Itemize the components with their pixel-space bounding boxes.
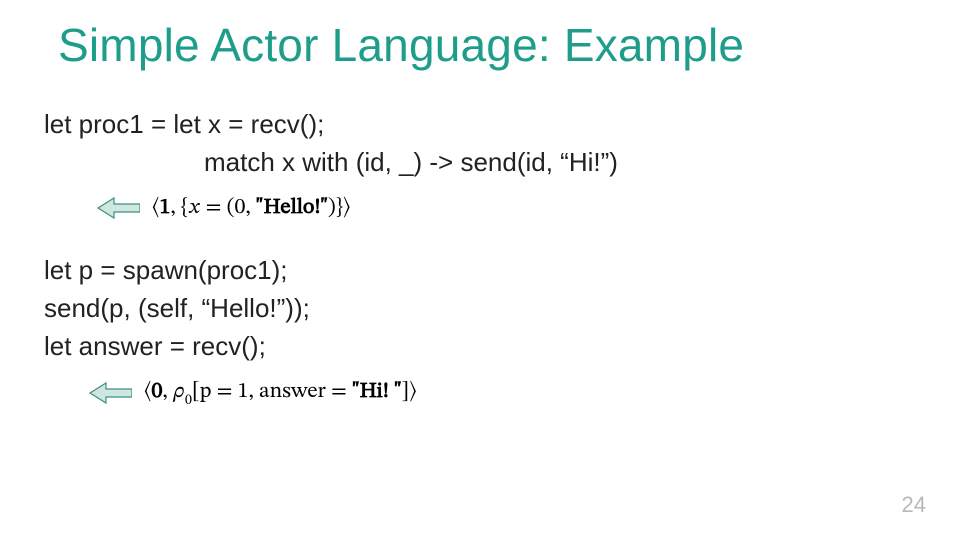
- math-text: ,: [162, 381, 173, 403]
- math-delim: ]⟩: [402, 381, 417, 403]
- code-line: let answer = recv();: [44, 328, 920, 366]
- annotation-row-2: ⟨0, 𝜌0[p = 1, answer = "Hi! "]⟩: [44, 376, 920, 410]
- slide-title: Simple Actor Language: Example: [58, 18, 920, 72]
- math-bold: "Hi! ": [352, 381, 401, 403]
- code-line: match x with (id, _) -> send(id, “Hi!”): [44, 144, 920, 182]
- code-line: let p = spawn(proc1);: [44, 252, 920, 290]
- slide-body: let proc1 = let x = recv(); match x with…: [40, 106, 920, 410]
- annotation-row-1: ⟨1, {𝑥 = (0, "Hello!")}⟩: [44, 192, 920, 224]
- slide: Simple Actor Language: Example let proc1…: [0, 0, 960, 540]
- math-text: , {: [170, 197, 188, 219]
- code-line: send(p, (self, “Hello!”));: [44, 290, 920, 328]
- page-number: 24: [902, 492, 926, 518]
- math-bold: 1: [159, 197, 170, 219]
- left-arrow-icon: [96, 196, 140, 220]
- math-text: [p = 1, answer =: [192, 381, 352, 403]
- left-arrow-icon: [88, 381, 132, 405]
- math-subscript: 0: [185, 394, 192, 408]
- math-var: 𝜌: [173, 381, 185, 403]
- code-block-1: let proc1 = let x = recv(); match x with…: [44, 106, 920, 182]
- math-text: = (0,: [200, 197, 255, 219]
- code-line: let proc1 = let x = recv();: [44, 106, 920, 144]
- math-expression: ⟨0, 𝜌0[p = 1, answer = "Hi! "]⟩: [144, 376, 417, 410]
- math-bold: 0: [151, 381, 162, 403]
- math-var: 𝑥: [188, 197, 200, 219]
- math-expression: ⟨1, {𝑥 = (0, "Hello!")}⟩: [152, 192, 350, 224]
- math-bold: "Hello!": [256, 197, 328, 219]
- code-block-2: let p = spawn(proc1); send(p, (self, “He…: [44, 252, 920, 366]
- math-delim: )}⟩: [328, 197, 351, 219]
